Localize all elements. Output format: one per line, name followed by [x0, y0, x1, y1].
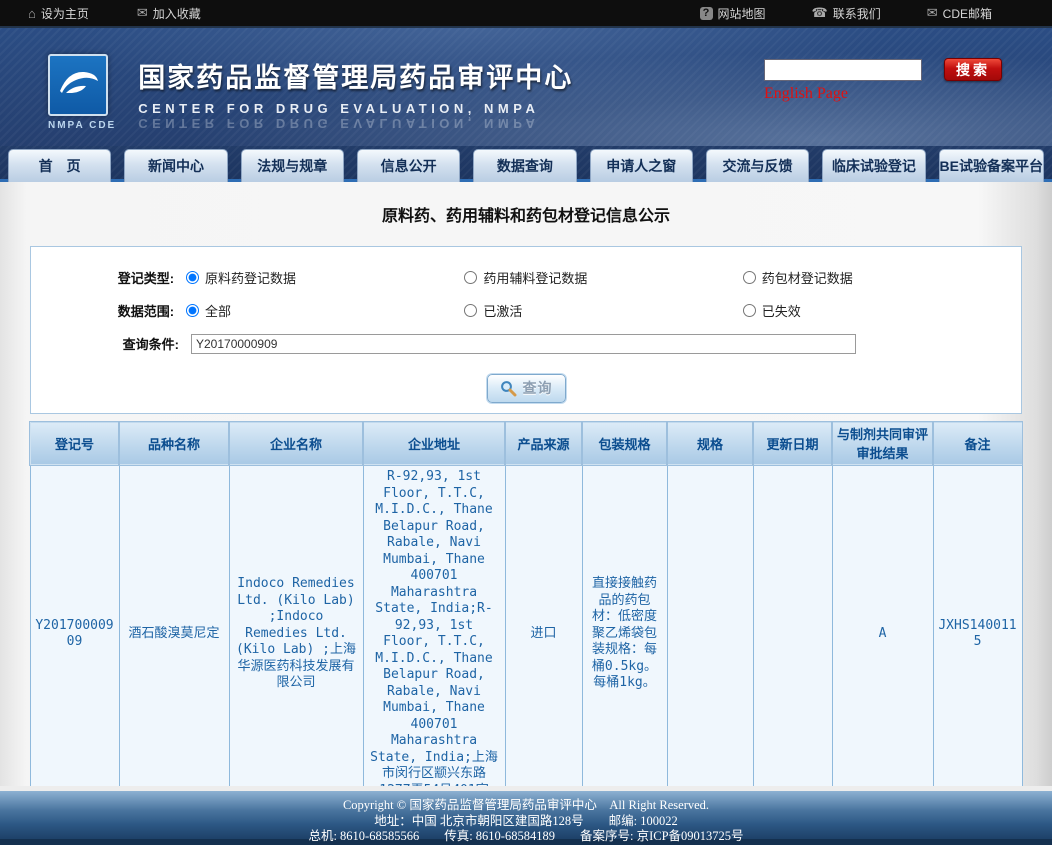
question-icon: ? — [700, 7, 713, 20]
set-homepage-link[interactable]: ⌂ 设为主页 — [28, 5, 89, 22]
query-condition-input[interactable] — [191, 334, 856, 354]
cell-remark: JXHS1400115 — [933, 465, 1022, 787]
cell-company-address: R-92,93, 1st Floor, T.T.C, M.I.D.C., Tha… — [363, 465, 505, 787]
results-table: 登记号 品种名称 企业名称 企业地址 产品来源 包装规格 规格 更新日期 与制剂… — [30, 421, 1023, 786]
cde-logo — [48, 54, 108, 116]
cell-product-source: 进口 — [505, 465, 582, 787]
footer-copyright: Copyright © 国家药品监督管理局药品审评中心 All Right Re… — [0, 798, 1052, 814]
radio-excipient-input[interactable] — [464, 271, 477, 284]
tab-be-platform[interactable]: BE试验备案平台 — [939, 149, 1044, 182]
radio-raw-material-data[interactable]: 原料药登记数据 — [186, 268, 464, 287]
reg-type-label: 登记类型: — [31, 268, 186, 287]
col-packaging-spec: 包装规格 — [582, 422, 667, 465]
site-header: NMPA CDE 国家药品监督管理局药品审评中心 CENTER FOR DRUG… — [0, 28, 1052, 146]
table-row: Y20170000909 酒石酸溴莫尼定 Indoco Remedies Ltd… — [30, 465, 1022, 787]
logo-caption: NMPA CDE — [48, 120, 116, 131]
footer-address: 地址：中国 北京市朝阳区建国路128号 邮编: 100022 — [0, 814, 1052, 830]
english-page-link[interactable]: English Page — [764, 85, 848, 103]
sitemap-link[interactable]: ? 网站地图 — [700, 5, 766, 22]
cell-joint-review-result: A — [832, 465, 933, 787]
radio-scope-all[interactable]: 全部 — [186, 301, 464, 320]
sitemap-label: 网站地图 — [718, 5, 766, 22]
query-button[interactable]: 查询 — [487, 374, 566, 403]
radio-scope-activated-input[interactable] — [464, 304, 477, 317]
tab-home[interactable]: 首 页 — [8, 149, 111, 182]
site-search-button[interactable]: 搜索 — [944, 58, 1002, 81]
cell-product-name: 酒石酸溴莫尼定 — [119, 465, 229, 787]
contact-link[interactable]: ☎ 联系我们 — [812, 5, 881, 22]
col-remark: 备注 — [933, 422, 1022, 465]
radio-raw-material-input[interactable] — [186, 271, 199, 284]
radio-packaging-data[interactable]: 药包材登记数据 — [743, 268, 1021, 287]
site-footer: Copyright © 国家药品监督管理局药品审评中心 All Right Re… — [0, 791, 1052, 845]
tab-disclosure[interactable]: 信息公开 — [357, 149, 460, 182]
radio-scope-all-input[interactable] — [186, 304, 199, 317]
col-product-source: 产品来源 — [505, 422, 582, 465]
cde-logo-swoosh — [54, 63, 102, 107]
mail-icon: ✉ — [927, 5, 938, 21]
contact-label: 联系我们 — [833, 5, 881, 22]
col-update-date: 更新日期 — [753, 422, 832, 465]
tab-data-query[interactable]: 数据查询 — [473, 149, 576, 182]
col-product-name: 品种名称 — [119, 422, 229, 465]
site-title-en: CENTER FOR DRUG EVALUATION, NMPA — [138, 101, 573, 116]
main-nav: 首 页 新闻中心 法规与规章 信息公开 数据查询 申请人之窗 交流与反馈 临床试… — [0, 146, 1052, 182]
tab-regulations[interactable]: 法规与规章 — [241, 149, 344, 182]
col-registration-no: 登记号 — [30, 422, 119, 465]
cell-packaging-spec: 直接接触药品的药包材：低密度聚乙烯袋包装规格：每桶0.5kg。每桶1kg。 — [582, 465, 667, 787]
cell-company-name: Indoco Remedies Ltd. (Kilo Lab) ;Indoco … — [229, 465, 363, 787]
col-company-name: 企业名称 — [229, 422, 363, 465]
phone-icon: ☎ — [812, 5, 828, 21]
envelope-icon: ✉ — [137, 5, 148, 21]
cde-mail-link[interactable]: ✉ CDE邮箱 — [927, 5, 992, 22]
site-title-cn: 国家药品监督管理局药品审评中心 — [138, 56, 573, 95]
col-joint-review-result: 与制剂共同审评审批结果 — [832, 422, 933, 465]
page-title: 原料药、药用辅料和药包材登记信息公示 — [0, 182, 1052, 226]
add-favorite-label: 加入收藏 — [153, 5, 201, 22]
data-scope-label: 数据范围: — [31, 301, 186, 320]
magnifier-icon — [500, 380, 517, 397]
footer-contact: 总机: 8610-68585566 传真: 8610-68584189 备案序号… — [0, 829, 1052, 845]
site-search-input[interactable] — [764, 59, 922, 81]
query-button-label: 查询 — [523, 378, 553, 398]
cell-update-date — [753, 465, 832, 787]
site-title-en-reflection: CENTER FOR DRUG EVALUATION, NMPA — [138, 116, 573, 131]
tab-feedback[interactable]: 交流与反馈 — [706, 149, 809, 182]
query-condition-label: 查询条件: — [31, 334, 191, 353]
radio-excipient-data[interactable]: 药用辅料登记数据 — [464, 268, 742, 287]
add-favorite-link[interactable]: ✉ 加入收藏 — [137, 5, 201, 22]
col-company-address: 企业地址 — [363, 422, 505, 465]
tab-news[interactable]: 新闻中心 — [124, 149, 227, 182]
tab-applicant[interactable]: 申请人之窗 — [590, 149, 693, 182]
radio-scope-invalid-input[interactable] — [743, 304, 756, 317]
cell-registration-no: Y20170000909 — [30, 465, 119, 787]
cde-mail-label: CDE邮箱 — [943, 5, 992, 22]
col-spec: 规格 — [667, 422, 753, 465]
radio-scope-activated[interactable]: 已激活 — [464, 301, 742, 320]
topbar: ⌂ 设为主页 ✉ 加入收藏 ? 网站地图 ☎ 联系我们 ✉ CDE邮箱 — [0, 0, 1052, 28]
query-form-panel: 登记类型: 原料药登记数据 药用辅料登记数据 药包材登记数据 数据范围: 全部 — [30, 246, 1022, 414]
set-homepage-label: 设为主页 — [41, 5, 89, 22]
main-content: 原料药、药用辅料和药包材登记信息公示 登记类型: 原料药登记数据 药用辅料登记数… — [0, 182, 1052, 786]
tab-clinical-trial[interactable]: 临床试验登记 — [822, 149, 925, 182]
radio-packaging-input[interactable] — [743, 271, 756, 284]
radio-scope-invalid[interactable]: 已失效 — [743, 301, 1021, 320]
table-header-row: 登记号 品种名称 企业名称 企业地址 产品来源 包装规格 规格 更新日期 与制剂… — [30, 422, 1022, 465]
home-icon: ⌂ — [28, 6, 36, 21]
cell-spec — [667, 465, 753, 787]
